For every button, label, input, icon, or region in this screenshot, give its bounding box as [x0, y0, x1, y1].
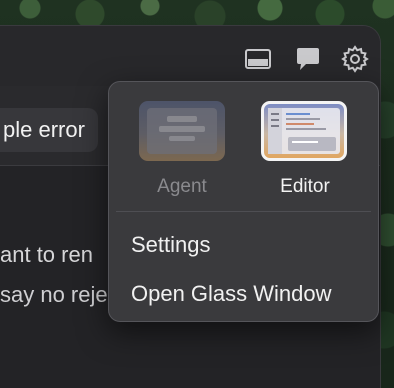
error-chip-label: ple error [3, 117, 85, 142]
mode-popover-menu: Agent Editor Settings Open Glass Window [108, 81, 379, 322]
gear-icon[interactable] [341, 45, 369, 73]
editor-mode-tile[interactable] [261, 101, 347, 161]
agent-mode-tile[interactable] [139, 101, 225, 161]
body-text-line: ant to ren [0, 242, 93, 267]
panel-icon[interactable] [244, 45, 272, 73]
titlebar [0, 26, 380, 86]
agent-mode-label: Agent [157, 176, 207, 197]
error-chip[interactable]: ple error [0, 108, 98, 152]
editor-mode-label: Editor [280, 176, 330, 197]
settings-menu-item[interactable]: Settings [131, 232, 211, 258]
menu-divider [116, 211, 371, 212]
open-glass-window-menu-item[interactable]: Open Glass Window [131, 281, 332, 307]
chat-icon[interactable] [294, 45, 322, 73]
